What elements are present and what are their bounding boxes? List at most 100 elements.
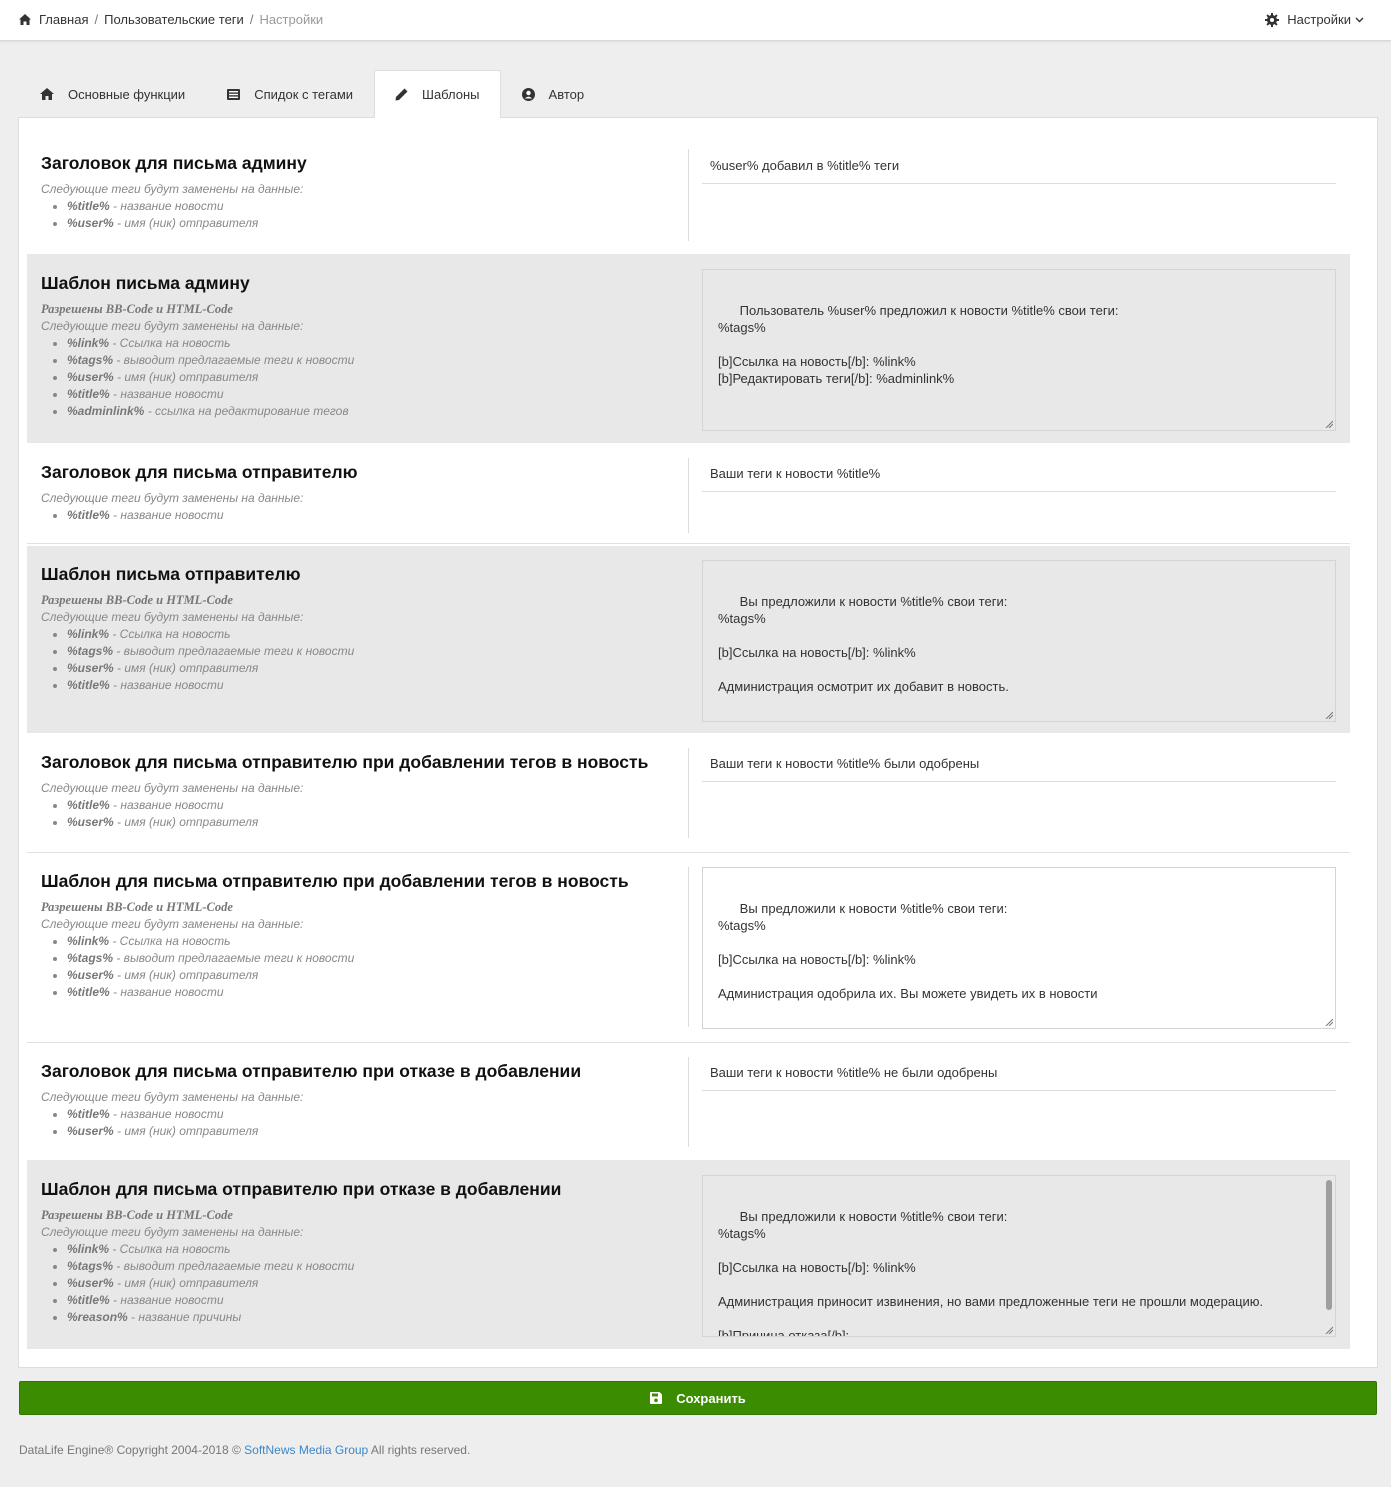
allowed-note: Разрешены BB-Code и HTML-Code xyxy=(41,1208,233,1222)
tab-author[interactable]: Автор xyxy=(501,70,606,117)
tag-list: %link% - Ссылка на новость %tags% - выво… xyxy=(41,1241,681,1326)
replace-note: Следующие теги будут заменены на данные: xyxy=(41,1090,304,1104)
setting-row-sender-template: Шаблон письма отправителю Разрешены BB-C… xyxy=(27,546,1350,733)
allowed-note: Разрешены BB-Code и HTML-Code xyxy=(41,593,233,607)
replace-note: Следующие теги будут заменены на данные: xyxy=(41,319,304,333)
top-bar: Главная / Пользовательские теги / Настро… xyxy=(0,0,1391,41)
resize-grip-icon[interactable] xyxy=(1325,1326,1333,1334)
tag-list: %link% - Ссылка на новость %tags% - выво… xyxy=(41,335,681,420)
tag-item: %title% - название новости xyxy=(67,984,681,1001)
allowed-note: Разрешены BB-Code и HTML-Code xyxy=(41,900,233,914)
tab-tag-list[interactable]: Спидок с тегами xyxy=(206,70,374,117)
tag-list: %title% - название новости %user% - имя … xyxy=(41,1106,681,1140)
tab-bar: Основные функции Спидок с тегами Шаблоны… xyxy=(19,70,605,118)
setting-title: Заголовок для письма админу xyxy=(41,153,307,173)
resize-grip-icon[interactable] xyxy=(1325,1018,1333,1026)
settings-label: Настройки xyxy=(1287,12,1351,27)
setting-row-reject-subject: Заголовок для письма отправителю при отк… xyxy=(27,1043,1350,1160)
breadcrumb-separator: / xyxy=(249,12,254,27)
tag-list: %title% - название новости %user% - имя … xyxy=(41,797,681,831)
setting-row-sender-subject: Заголовок для письма отправителю Следующ… xyxy=(27,443,1350,544)
footer-link[interactable]: SoftNews Media Group xyxy=(244,1443,368,1457)
tag-item: %adminlink% - ссылка на редактирование т… xyxy=(67,403,681,420)
breadcrumb-user-tags[interactable]: Пользовательские теги xyxy=(104,12,244,27)
replace-note: Следующие теги будут заменены на данные: xyxy=(41,491,304,505)
footer: DataLife Engine® Copyright 2004-2018 © S… xyxy=(19,1443,470,1457)
tab-main-functions[interactable]: Основные функции xyxy=(19,70,206,117)
tag-list: %link% - Ссылка на новость %tags% - выво… xyxy=(41,626,681,694)
home-icon xyxy=(19,14,31,25)
setting-row-approve-template: Шаблон для письма отправителю при добавл… xyxy=(27,853,1350,1043)
setting-row-reject-template: Шаблон для письма отправителю при отказе… xyxy=(27,1160,1350,1349)
tag-item: %tags% - выводит предлагаемые теги к нов… xyxy=(67,1258,681,1275)
tab-label: Шаблоны xyxy=(422,87,480,102)
approve-template-textarea[interactable]: Вы предложили к новости %title% свои тег… xyxy=(702,867,1336,1029)
tag-item: %title% - название новости xyxy=(67,1292,681,1309)
replace-note: Следующие теги будут заменены на данные: xyxy=(41,1225,304,1239)
setting-title: Заголовок для письма отправителю при отк… xyxy=(41,1061,582,1081)
templates-panel: Заголовок для письма админу Следующие те… xyxy=(18,117,1378,1368)
admin-subject-input[interactable] xyxy=(702,148,1336,184)
replace-note: Следующие теги будут заменены на данные: xyxy=(41,781,304,795)
user-circle-icon xyxy=(521,87,535,101)
scrollbar[interactable] xyxy=(1326,1180,1332,1310)
divider xyxy=(688,149,689,241)
replace-note: Следующие теги будут заменены на данные: xyxy=(41,917,304,931)
reject-template-textarea[interactable]: Вы предложили к новости %title% свои тег… xyxy=(702,1175,1336,1337)
admin-template-textarea[interactable]: Пользователь %user% предложил к новости … xyxy=(702,269,1336,431)
settings-menu[interactable]: Настройки xyxy=(1265,12,1364,27)
breadcrumb-home[interactable]: Главная xyxy=(39,12,88,27)
divider xyxy=(688,1057,689,1147)
setting-row-admin-subject: Заголовок для письма админу Следующие те… xyxy=(27,132,1350,242)
textarea-content: Вы предложили к новости %title% свои тег… xyxy=(718,594,1009,694)
footer-copyright: DataLife Engine® Copyright 2004-2018 © xyxy=(19,1443,245,1457)
textarea-content: Вы предложили к новости %title% свои тег… xyxy=(718,1209,1264,1337)
setting-title: Шаблон для письма отправителю при отказе… xyxy=(41,1179,562,1199)
tag-item: %user% - имя (ник) отправителя xyxy=(67,814,681,831)
gear-icon xyxy=(1265,12,1280,27)
list-icon xyxy=(227,88,241,100)
allowed-note: Разрешены BB-Code и HTML-Code xyxy=(41,302,233,316)
replace-note: Следующие теги будут заменены на данные: xyxy=(41,182,304,196)
tag-item: %user% - имя (ник) отправителя xyxy=(67,1123,681,1140)
tag-list: %title% - название новости %user% - имя … xyxy=(41,198,681,232)
tag-list: %title% - название новости xyxy=(41,507,681,524)
tag-item: %user% - имя (ник) отправителя xyxy=(67,369,681,386)
save-button[interactable]: Сохранить xyxy=(19,1381,1377,1415)
setting-title: Заголовок для письма отправителю при доб… xyxy=(41,752,649,772)
setting-row-admin-template: Шаблон письма админу Разрешены BB-Code и… xyxy=(27,254,1350,443)
tag-item: %tags% - выводит предлагаемые теги к нов… xyxy=(67,352,681,369)
tab-templates[interactable]: Шаблоны xyxy=(374,70,501,118)
tag-item: %title% - название новости xyxy=(67,386,681,403)
sender-subject-input[interactable] xyxy=(702,456,1336,492)
divider xyxy=(688,867,689,1027)
tag-list: %link% - Ссылка на новость %tags% - выво… xyxy=(41,933,681,1001)
footer-rights: All rights reserved. xyxy=(368,1443,471,1457)
setting-title: Заголовок для письма отправителю xyxy=(41,462,358,482)
chevron-down-icon xyxy=(1355,17,1364,23)
tag-item: %title% - название новости xyxy=(67,1106,681,1123)
resize-grip-icon[interactable] xyxy=(1325,420,1333,428)
replace-note: Следующие теги будут заменены на данные: xyxy=(41,610,304,624)
tag-item: %link% - Ссылка на новость xyxy=(67,335,681,352)
divider xyxy=(688,748,689,838)
resize-grip-icon[interactable] xyxy=(1325,711,1333,719)
setting-title: Шаблон для письма отправителю при добавл… xyxy=(41,871,629,891)
sender-template-textarea[interactable]: Вы предложили к новости %title% свои тег… xyxy=(702,560,1336,722)
tag-item: %reason% - название причины xyxy=(67,1309,681,1326)
tab-label: Основные функции xyxy=(68,86,186,102)
tag-item: %user% - имя (ник) отправителя xyxy=(67,1275,681,1292)
tag-item: %title% - название новости xyxy=(67,797,681,814)
approve-subject-input[interactable] xyxy=(702,746,1336,782)
floppy-disk-icon xyxy=(650,1392,663,1404)
reject-subject-input[interactable] xyxy=(702,1055,1336,1091)
save-label: Сохранить xyxy=(676,1390,746,1406)
setting-title: Шаблон письма отправителю xyxy=(41,564,301,584)
textarea-content: Пользователь %user% предложил к новости … xyxy=(718,303,1119,386)
tag-item: %title% - название новости xyxy=(67,198,681,215)
tab-label: Автор xyxy=(548,86,585,102)
tab-label: Спидок с тегами xyxy=(254,86,354,102)
tag-item: %user% - имя (ник) отправителя xyxy=(67,967,681,984)
setting-row-approve-subject: Заголовок для письма отправителю при доб… xyxy=(27,733,1350,853)
textarea-content: Вы предложили к новости %title% свои тег… xyxy=(718,901,1098,1001)
